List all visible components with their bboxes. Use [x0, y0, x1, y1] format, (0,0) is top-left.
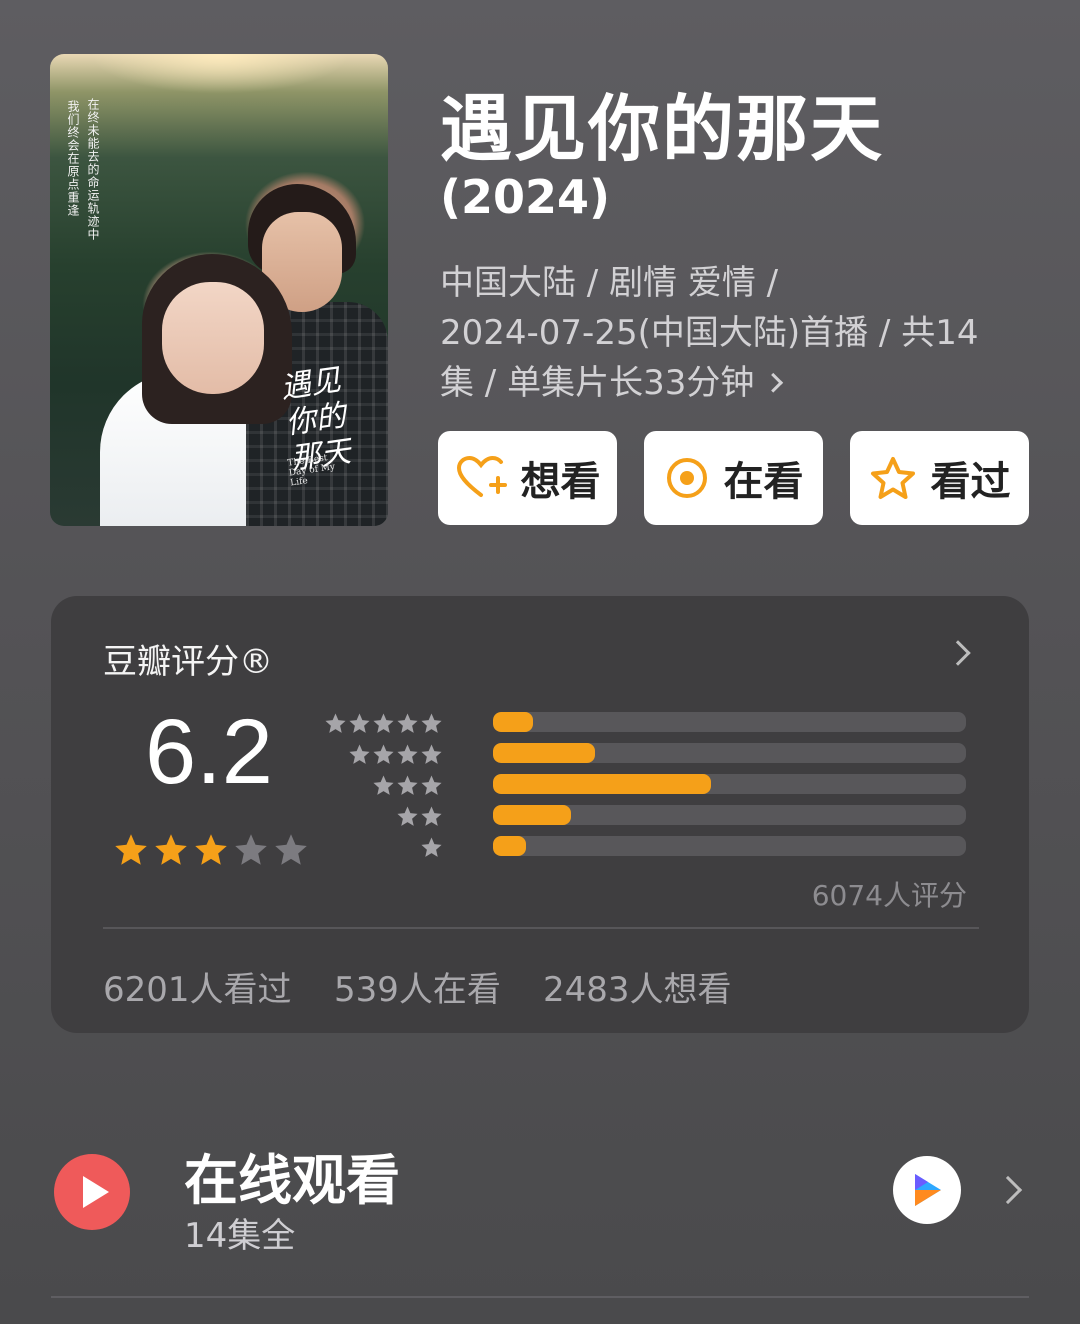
chevron-right-icon	[763, 372, 784, 393]
star-small-icon	[325, 713, 346, 733]
rating-bar-track	[493, 712, 966, 732]
star-empty-icon	[235, 834, 267, 865]
poster-tagline-b: 我们终会在原点重逢	[66, 100, 80, 217]
star-small-icon	[421, 837, 442, 857]
star-small-icon	[421, 744, 442, 764]
watched-button[interactable]: 看过	[850, 431, 1029, 525]
rating-bar-track	[493, 836, 966, 856]
release-year: (2024)	[440, 170, 611, 224]
rating-count: 6074人评分	[811, 879, 967, 912]
rating-bar-1-star	[351, 836, 971, 859]
rating-bar-stars	[396, 805, 443, 828]
divider	[103, 927, 979, 929]
rating-bar-fill	[493, 743, 595, 763]
online-watch-subtitle: 14集全	[184, 1216, 296, 1256]
target-circle-icon	[666, 458, 707, 498]
online-watch-row[interactable]: 在线观看 14集全	[0, 1130, 1080, 1260]
star-small-icon	[397, 744, 418, 764]
watching-label: 在看	[723, 459, 804, 505]
star-empty-icon	[275, 834, 307, 865]
want-to-watch-button[interactable]: 想看	[438, 431, 617, 525]
poster-image[interactable]: 在终未能去的命运轨迹中 我们终会在原点重逢 遇见 你的 那天 The Best …	[50, 54, 388, 526]
wish-count[interactable]: 2483人想看	[543, 962, 732, 1011]
star-filled-icon	[155, 834, 187, 865]
watching-count[interactable]: 539人在看	[334, 962, 501, 1011]
star-small-icon	[349, 744, 370, 764]
rating-bar-5-star	[325, 712, 971, 733]
star-outline-icon	[870, 457, 915, 499]
heart-plus-icon	[456, 455, 507, 497]
play-icon	[54, 1154, 130, 1230]
rating-bar-4-star	[348, 743, 971, 766]
star-small-icon	[373, 713, 394, 733]
star-small-icon	[397, 775, 418, 795]
poster-tagline-a: 在终未能去的命运轨迹中	[86, 98, 100, 241]
rating-score: 6.2	[145, 701, 273, 803]
video-provider-icon[interactable]	[893, 1156, 961, 1224]
rating-bar-stars	[324, 712, 443, 735]
movie-detail-page: 在终未能去的命运轨迹中 我们终会在原点重逢 遇见 你的 那天 The Best …	[0, 0, 1080, 1324]
rating-card[interactable]: 豆瓣评分® 6.2 6074人评分 6201人看过 539人在看 2483人想看	[51, 596, 1029, 1033]
online-watch-title: 在线观看	[184, 1149, 400, 1212]
page-title: 遇见你的那天	[440, 87, 885, 171]
star-small-icon	[421, 713, 442, 733]
rating-bar-fill	[493, 712, 534, 732]
rating-bar-track	[493, 774, 966, 794]
rating-bar-track	[493, 805, 966, 825]
rating-bar-stars	[420, 836, 443, 859]
star-filled-icon	[195, 834, 227, 865]
rating-bar-3-star	[351, 774, 971, 797]
star-small-icon	[421, 806, 442, 826]
rating-bar-fill	[493, 805, 572, 825]
star-small-icon	[397, 713, 418, 733]
rating-bar-track	[493, 743, 966, 763]
star-small-icon	[373, 744, 394, 764]
star-small-icon	[421, 775, 442, 795]
star-small-icon	[373, 775, 394, 795]
watched-label: 看过	[930, 459, 1011, 505]
rating-bar-fill	[493, 836, 527, 856]
watching-button[interactable]: 在看	[644, 431, 823, 525]
rating-stars	[113, 832, 309, 868]
star-small-icon	[349, 713, 370, 733]
rating-bar-stars	[348, 743, 443, 766]
rating-bar-2-star	[351, 805, 971, 828]
want-to-watch-label: 想看	[520, 459, 601, 505]
star-filled-icon	[115, 834, 147, 865]
movie-meta[interactable]: 中国大陆 / 剧情 爱情 / 2024-07-25(中国大陆)首播 / 共14 …	[440, 258, 1000, 408]
chevron-right-icon[interactable]	[993, 1175, 1023, 1205]
chevron-right-icon[interactable]	[945, 640, 971, 666]
star-small-icon	[397, 806, 418, 826]
watched-count[interactable]: 6201人看过	[103, 962, 292, 1011]
rating-label: 豆瓣评分®	[103, 642, 273, 682]
rating-bar-fill	[493, 774, 711, 794]
rating-bar-stars	[372, 774, 443, 797]
divider	[51, 1296, 1029, 1298]
